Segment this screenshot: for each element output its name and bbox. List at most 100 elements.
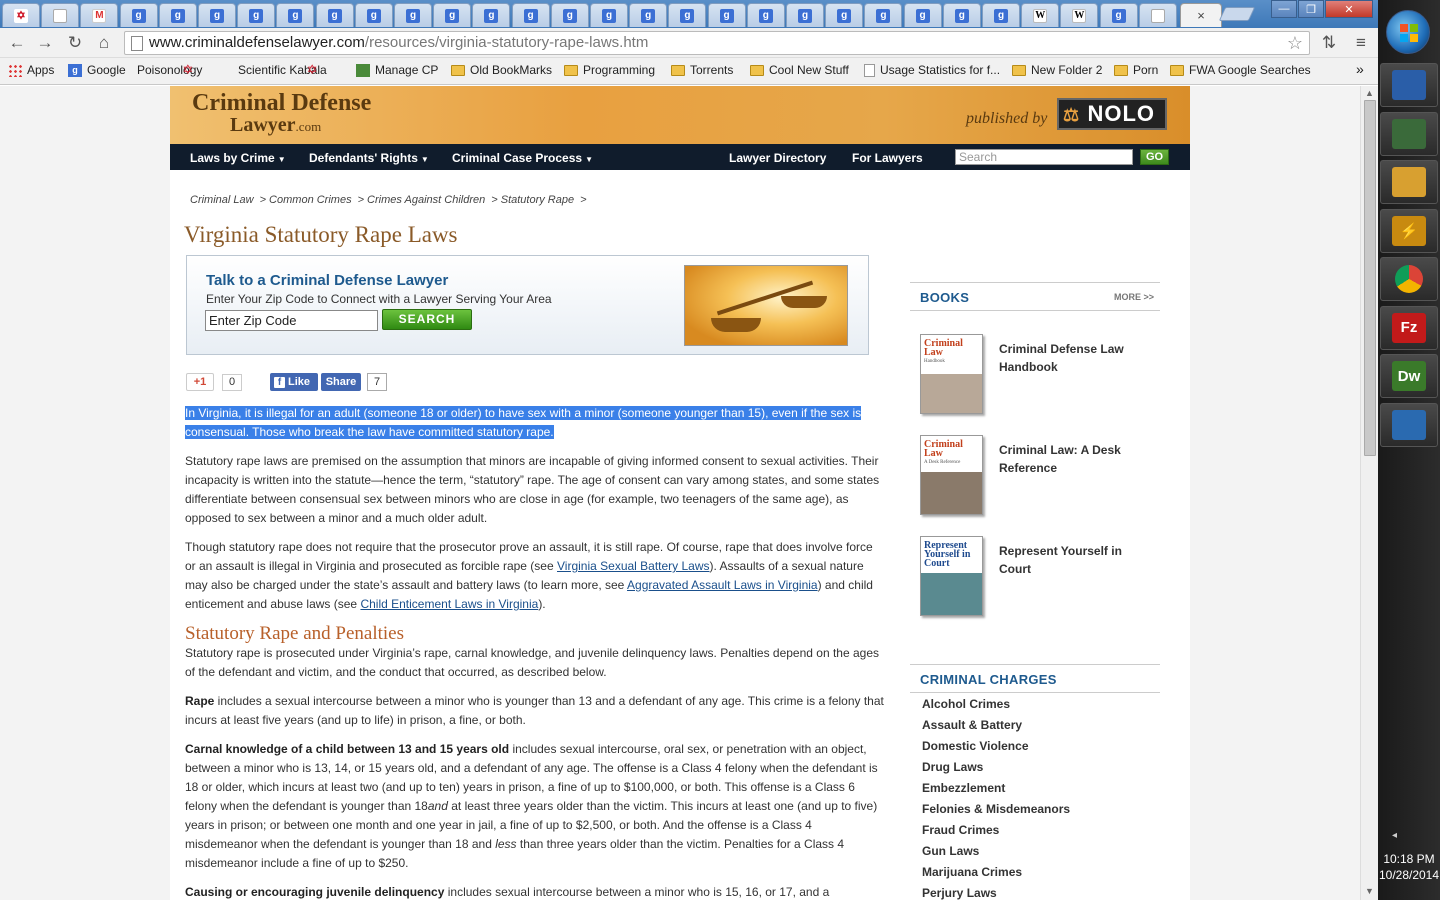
address-bar[interactable]: www.criminaldefenselawyer.com/resources/… — [124, 31, 1310, 55]
nav-for-lawyers[interactable]: For Lawyers — [852, 151, 923, 165]
page-scrollbar[interactable]: ▲ ▼ — [1360, 86, 1378, 900]
book-cover-image[interactable]: Criminal Law Handbook — [920, 334, 983, 414]
bookmark-porn[interactable]: Porn — [1114, 63, 1158, 77]
menu-icon[interactable]: ≡ — [1350, 32, 1372, 54]
browser-tab[interactable] — [1138, 3, 1177, 27]
window-minimize-button[interactable]: — — [1271, 0, 1297, 18]
bookmark-google[interactable]: g Google — [68, 63, 126, 77]
go-button[interactable]: GO — [1140, 149, 1169, 165]
site-logo[interactable]: Criminal Defense Lawyer.com — [192, 91, 371, 138]
browser-tab[interactable]: g — [354, 3, 393, 27]
criminal-charge-link[interactable]: Gun Laws — [922, 841, 1070, 862]
taskbar-button[interactable] — [1380, 63, 1438, 107]
book-item[interactable]: Represent Yourself in Court Represent You… — [920, 536, 1150, 618]
bookmark-star-icon[interactable]: ☆ — [1287, 32, 1303, 54]
bookmark-new-folder-2[interactable]: New Folder 2 — [1012, 63, 1102, 77]
nav-lawyer-directory[interactable]: Lawyer Directory — [729, 151, 826, 165]
book-title-link[interactable]: Criminal Law: A Desk Reference — [999, 441, 1139, 477]
browser-tab[interactable]: g — [982, 3, 1020, 27]
scrollbar-thumb[interactable] — [1364, 100, 1376, 456]
book-item[interactable]: Criminal Law Handbook Criminal Defense Law… — [920, 334, 1150, 416]
nav-defendants-rights[interactable]: Defendants' Rights ▼ — [309, 151, 429, 165]
active-browser-tab[interactable]: × — [1180, 3, 1222, 27]
bookmark-manage-cp[interactable]: Manage CP — [356, 63, 438, 77]
breadcrumb-item[interactable]: > — [580, 194, 586, 206]
new-tab-button[interactable] — [1218, 7, 1256, 21]
criminal-charge-link[interactable]: Assault & Battery — [922, 715, 1070, 736]
google-plus-button[interactable]: +1 — [186, 373, 214, 391]
browser-tab[interactable]: g — [825, 3, 864, 27]
taskbar-button[interactable] — [1380, 257, 1438, 301]
browser-tab[interactable]: g — [472, 3, 511, 27]
browser-tab[interactable]: g — [237, 3, 276, 27]
taskbar-button[interactable] — [1380, 111, 1438, 156]
home-button[interactable]: ⌂ — [93, 32, 115, 54]
criminal-charge-link[interactable]: Perjury Laws — [922, 883, 1070, 900]
criminal-charge-link[interactable]: Marijuana Crimes — [922, 862, 1070, 883]
taskbar-button[interactable]: ⚡ — [1380, 208, 1438, 253]
window-maximize-button[interactable]: ❐ — [1298, 0, 1324, 18]
browser-tab[interactable]: g — [158, 3, 197, 27]
criminal-charge-link[interactable]: Felonies & Misdemeanors — [922, 799, 1070, 820]
browser-tab[interactable]: ✡ — [2, 3, 40, 27]
nav-criminal-case-process[interactable]: Criminal Case Process ▼ — [452, 151, 593, 165]
browser-tab[interactable]: g — [903, 3, 942, 27]
scroll-up-arrow-icon[interactable]: ▲ — [1365, 88, 1374, 98]
browser-tab[interactable]: g — [1099, 3, 1138, 27]
reload-button[interactable]: ↻ — [64, 32, 86, 54]
browser-tab[interactable]: g — [550, 3, 589, 27]
browser-tab[interactable]: g — [433, 3, 472, 27]
browser-tab[interactable]: M — [80, 3, 119, 27]
bookmarks-overflow[interactable]: » — [1356, 61, 1364, 77]
facebook-share-button[interactable]: Share — [321, 373, 361, 391]
bookmark-old-bookmarks[interactable]: Old BookMarks — [451, 63, 552, 77]
browser-tab[interactable]: g — [394, 3, 432, 27]
breadcrumb-item[interactable]: Criminal Law — [190, 194, 254, 206]
browser-tab[interactable]: g — [590, 3, 628, 27]
browser-tab[interactable]: W — [1021, 3, 1060, 27]
window-close-button[interactable]: ✕ — [1325, 0, 1373, 18]
bookmark-programming[interactable]: Programming — [564, 63, 655, 77]
nolo-logo[interactable]: ⚖ NOLO — [1057, 98, 1167, 130]
back-button[interactable]: ← — [6, 32, 28, 54]
bookmark-usage-statistics-for-f-[interactable]: Usage Statistics for f... — [864, 63, 1000, 77]
browser-tab[interactable]: g — [668, 3, 707, 27]
zip-code-input[interactable]: Enter Zip Code — [205, 310, 378, 331]
facebook-like-button[interactable]: f Like — [270, 373, 318, 391]
taskbar-button[interactable] — [1380, 160, 1438, 204]
browser-tab[interactable]: g — [786, 3, 824, 27]
book-title-link[interactable]: Represent Yourself in Court — [999, 542, 1139, 578]
browser-tab[interactable]: g — [276, 3, 315, 27]
site-search-input[interactable]: Search — [955, 149, 1133, 165]
browser-tab[interactable]: g — [315, 3, 354, 27]
browser-tab[interactable]: g — [942, 3, 981, 27]
criminal-charge-link[interactable]: Fraud Crimes — [922, 820, 1070, 841]
system-clock[interactable]: 10:18 PM 10/28/2014 — [1378, 851, 1440, 883]
bookmark-scientific-kabala[interactable]: ✡ Scientific Kabala — [238, 63, 327, 77]
taskbar-button[interactable]: Dw — [1380, 354, 1438, 398]
browser-tab[interactable]: g — [864, 3, 903, 27]
browser-tab[interactable]: g — [119, 3, 158, 27]
bookmark-poisonology[interactable]: ✡ Poisonology — [137, 63, 202, 77]
start-button[interactable] — [1386, 10, 1430, 54]
scroll-down-arrow-icon[interactable]: ▼ — [1365, 886, 1374, 896]
breadcrumb-item[interactable]: > Crimes Against Children — [358, 194, 486, 206]
criminal-charge-link[interactable]: Domestic Violence — [922, 736, 1070, 757]
browser-tab[interactable]: g — [198, 3, 236, 27]
books-more-link[interactable]: MORE >> — [1114, 292, 1154, 302]
link-virginia-sexual-battery-laws[interactable]: Virginia Sexual Battery Laws — [557, 559, 710, 573]
forward-button[interactable]: → — [34, 32, 56, 54]
browser-tab[interactable]: g — [629, 3, 668, 27]
browser-tab[interactable] — [41, 3, 80, 27]
book-cover-image[interactable]: Criminal Law A Desk Reference — [920, 435, 983, 515]
criminal-charge-link[interactable]: Alcohol Crimes — [922, 694, 1070, 715]
zip-search-button[interactable]: SEARCH — [382, 309, 472, 330]
bookmark-torrents[interactable]: Torrents — [671, 63, 733, 77]
link-child-enticement-laws[interactable]: Child Enticement Laws in Virginia — [360, 597, 538, 611]
criminal-charge-link[interactable]: Embezzlement — [922, 778, 1070, 799]
bookmark-apps[interactable]: Apps — [8, 63, 54, 77]
close-tab-icon[interactable]: × — [1197, 8, 1205, 23]
bookmark-cool-new-stuff[interactable]: Cool New Stuff — [750, 63, 849, 77]
browser-tab[interactable]: g — [707, 3, 746, 27]
bookmark-fwa-google-searches[interactable]: FWA Google Searches — [1170, 63, 1311, 77]
